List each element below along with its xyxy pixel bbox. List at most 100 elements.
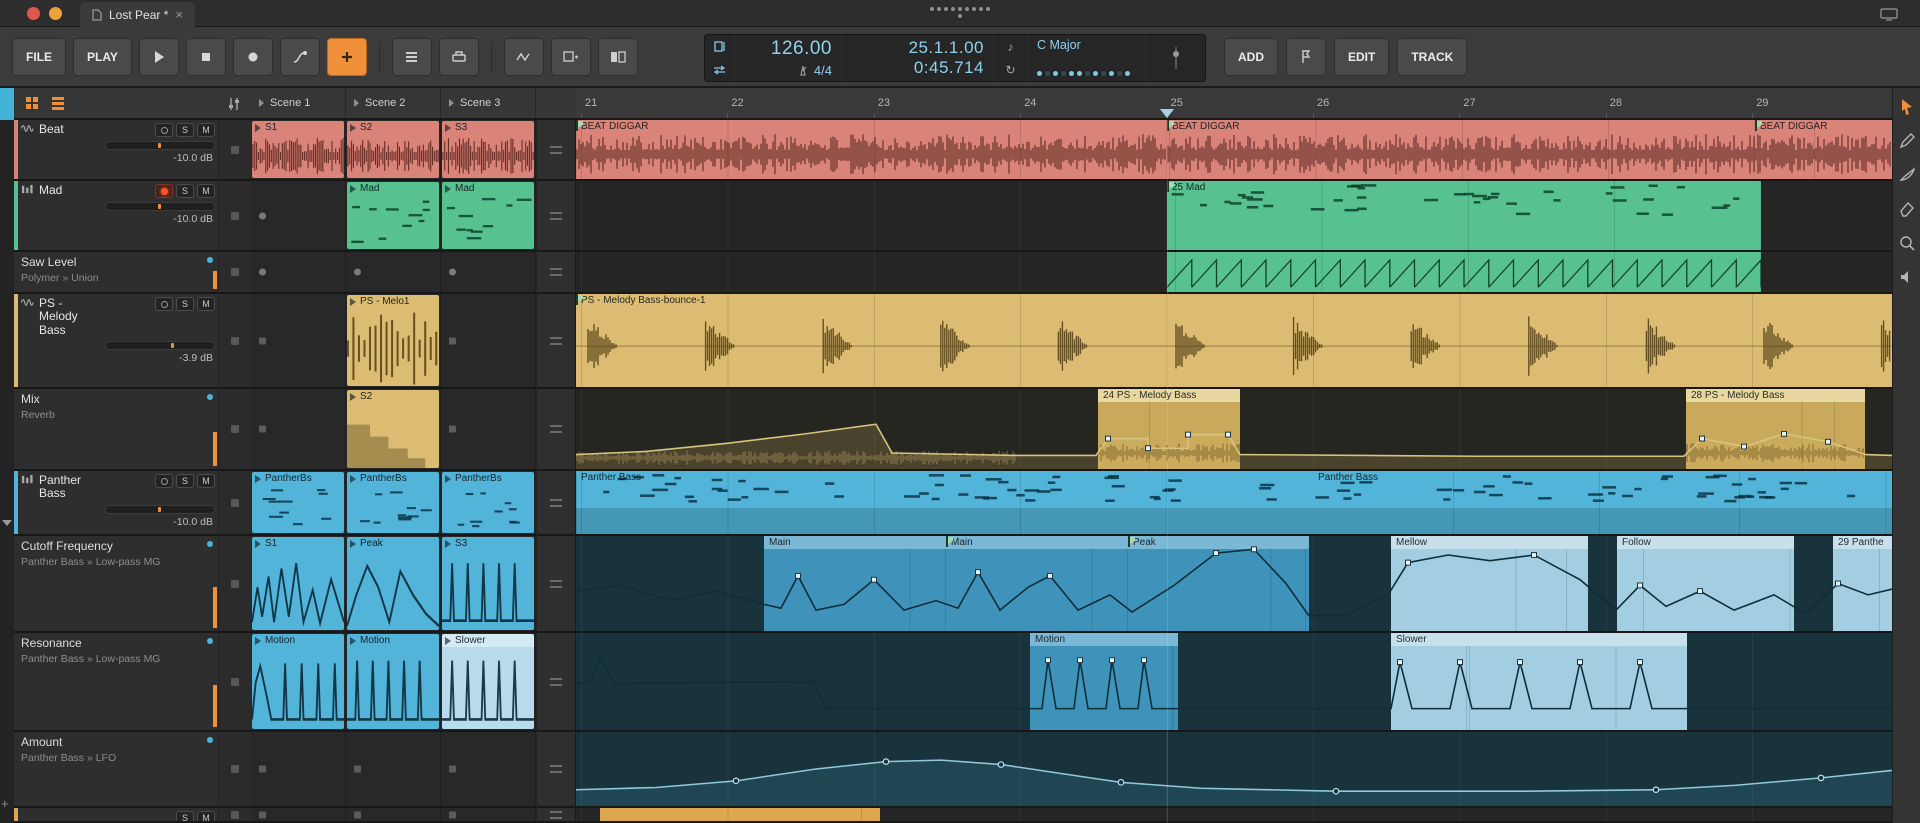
launcher-clip[interactable]: Motion xyxy=(347,634,439,729)
overdub-toggle-button[interactable] xyxy=(327,38,367,76)
window-minimize-button[interactable] xyxy=(49,7,62,20)
track-header-mad[interactable]: MadSM-10.0 dB xyxy=(14,181,218,252)
arranger-timeline-ruler[interactable]: 212223242526272829 xyxy=(576,88,1892,120)
launcher-clip[interactable]: Motion xyxy=(252,634,344,729)
launcher-clip[interactable]: S3 xyxy=(442,121,534,178)
track-header-saw-level[interactable]: Saw LevelPolymer » Union xyxy=(14,252,218,294)
clip-slot[interactable]: S2 xyxy=(346,389,441,469)
arranger-clip[interactable] xyxy=(1167,252,1761,292)
record-arm-button[interactable] xyxy=(155,297,173,311)
playhead-time[interactable]: 0:45.714 xyxy=(914,58,984,78)
solo-button[interactable]: S xyxy=(176,811,194,823)
automation-write-button[interactable] xyxy=(280,38,320,76)
clip-slot[interactable] xyxy=(441,389,536,469)
add-view-button[interactable] xyxy=(551,38,591,76)
playhead-marker-icon[interactable] xyxy=(1160,109,1174,118)
add-track-icon[interactable]: + xyxy=(1,796,9,811)
arranger-clip[interactable]: BEAT DIGGAR xyxy=(576,120,1167,179)
clip-slot[interactable]: Motion xyxy=(346,633,441,730)
clip-slot[interactable]: S1 xyxy=(251,536,346,631)
clip-stop-button[interactable] xyxy=(231,678,239,686)
clip-stop-button[interactable] xyxy=(231,765,239,773)
clip-stop-button[interactable] xyxy=(231,425,239,433)
clip-slot[interactable] xyxy=(251,808,346,821)
record-arm-button[interactable] xyxy=(155,474,173,488)
arranger-clip[interactable]: 29 Panthe xyxy=(1833,536,1892,631)
drag-handle-icon[interactable] xyxy=(550,268,562,276)
mute-button[interactable]: M xyxy=(197,474,215,488)
scene-header-2[interactable]: Scene 2 xyxy=(346,88,441,118)
track-header-ps-melody-bass[interactable]: PS - Melody BassSM-3.9 dB xyxy=(14,294,218,389)
transport-play-button[interactable] xyxy=(139,38,179,76)
transport-record-button[interactable] xyxy=(233,38,273,76)
volume-fader[interactable] xyxy=(105,341,215,350)
clip-slot[interactable] xyxy=(251,252,346,292)
arranger-clip[interactable]: BEAT DIGGAR xyxy=(1755,120,1892,179)
clip-slot[interactable]: PS - Melo1 xyxy=(346,294,441,387)
groove-slider[interactable] xyxy=(1171,45,1181,71)
clip-slot[interactable] xyxy=(441,294,536,387)
clip-slot[interactable] xyxy=(441,732,536,806)
knife-tool-icon[interactable] xyxy=(1898,166,1916,189)
launcher-clip[interactable]: S1 xyxy=(252,121,344,178)
arranger-automation-button[interactable] xyxy=(504,38,544,76)
track-header-mix[interactable]: MixReverb xyxy=(14,389,218,471)
clip-stop-button[interactable] xyxy=(231,268,239,276)
time-signature[interactable]: 4/4 xyxy=(814,63,832,78)
launcher-clip[interactable]: Slower xyxy=(442,634,534,729)
grid-view-icon[interactable] xyxy=(26,97,38,109)
pointer-tool-icon[interactable] xyxy=(1898,98,1916,121)
drag-handle-icon[interactable] xyxy=(550,580,562,588)
quantize-icon[interactable]: ♪ xyxy=(1008,40,1014,54)
track-button[interactable]: TRACK xyxy=(1397,38,1467,76)
clip-slot[interactable]: Peak xyxy=(346,536,441,631)
drag-handle-icon[interactable] xyxy=(550,212,562,220)
launcher-clip[interactable]: PantherBs xyxy=(442,472,534,533)
clip-slot[interactable] xyxy=(251,294,346,387)
solo-button[interactable]: S xyxy=(176,184,194,198)
clip-slot[interactable]: Mad xyxy=(441,181,536,250)
record-arm-button[interactable] xyxy=(155,184,173,198)
fader-handle[interactable] xyxy=(158,507,161,512)
eraser-tool-icon[interactable] xyxy=(1898,200,1916,223)
audition-tool-icon[interactable] xyxy=(1898,268,1916,291)
clip-stop-button[interactable] xyxy=(231,212,239,220)
track-header-amount[interactable]: AmountPanther Bass » LFO xyxy=(14,732,218,808)
drag-handle-icon[interactable] xyxy=(550,499,562,507)
arranger-clip[interactable]: Motion xyxy=(1030,633,1178,730)
drag-handle-icon[interactable] xyxy=(550,146,562,154)
solo-button[interactable]: S xyxy=(176,474,194,488)
clip-slot[interactable]: S3 xyxy=(441,120,536,179)
arranger-clip[interactable]: Main xyxy=(764,536,946,631)
track-header-cutoff-frequency[interactable]: Cutoff FrequencyPanther Bass » Low-pass … xyxy=(14,536,218,633)
clip-slot[interactable] xyxy=(251,389,346,469)
clip-slot[interactable] xyxy=(251,181,346,250)
clip-slot[interactable]: Slower xyxy=(441,633,536,730)
track-scroll-indicator[interactable] xyxy=(0,88,14,120)
zoom-tool-icon[interactable] xyxy=(1898,234,1916,257)
record-arm-button[interactable] xyxy=(155,123,173,137)
display-settings-icon[interactable] xyxy=(1880,8,1898,21)
clip-slot[interactable] xyxy=(346,808,441,821)
insert-marker-button[interactable] xyxy=(1286,38,1326,76)
launcher-clip[interactable]: PantherBs xyxy=(347,472,439,533)
layers-button[interactable] xyxy=(392,38,432,76)
fader-handle[interactable] xyxy=(171,343,174,348)
track-header-beat[interactable]: BeatSM-10.0 dB xyxy=(14,120,218,181)
drag-handle-icon[interactable] xyxy=(550,337,562,345)
dual-panel-button[interactable] xyxy=(598,38,638,76)
drag-handle-icon[interactable] xyxy=(550,811,562,819)
clip-slot[interactable]: S1 xyxy=(251,120,346,179)
mixer-icon[interactable] xyxy=(227,97,241,111)
arranger-clip[interactable]: Follow xyxy=(1617,536,1794,631)
arranger-clip[interactable]: Mellow xyxy=(1391,536,1588,631)
playhead-position[interactable]: 25.1.1.00 xyxy=(909,38,984,58)
launcher-clip[interactable]: Peak xyxy=(347,537,439,630)
clip-stop-button[interactable] xyxy=(231,811,239,819)
pencil-tool-icon[interactable] xyxy=(1898,132,1916,155)
add-button[interactable]: ADD xyxy=(1224,38,1278,76)
arranger-clip[interactable]: 25 Mad xyxy=(1167,181,1761,250)
volume-fader[interactable] xyxy=(105,141,215,150)
fader-handle[interactable] xyxy=(158,204,161,209)
track-header-partial[interactable]: SM xyxy=(14,808,218,823)
